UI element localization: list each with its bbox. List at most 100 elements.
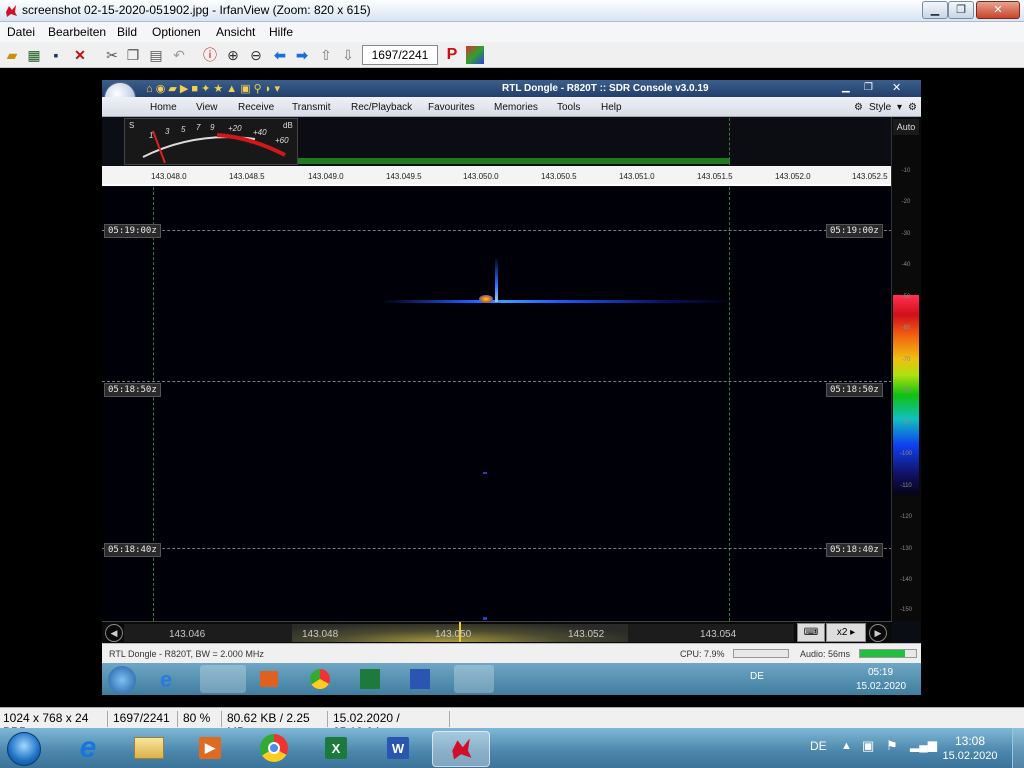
windows-taskbar: e ▶ X W DE ▲ ▣ ⚑ ▂▄▆ 13:08 15.02.2020 (0, 728, 1024, 768)
paint-icon[interactable] (466, 46, 484, 64)
cut-icon[interactable]: ✂ (103, 46, 121, 64)
clock-time[interactable]: 13:08 (938, 734, 1002, 748)
thumbnails-icon[interactable]: ▦ (25, 46, 43, 64)
taskbar-ie[interactable]: e (70, 731, 106, 764)
irfanview-toolbar: ▰ ▦ ▪ ✕ ✂ ❐ ▤ ↶ ⓘ ⊕ ⊖ ⬅ ➡ ⇧ ⇩ P (0, 42, 1024, 68)
style-dropdown-icon[interactable]: ▾ (897, 102, 902, 113)
s-tick: 5 (181, 125, 186, 134)
tab-home[interactable]: Home (150, 102, 177, 113)
scale-label: -120 (899, 514, 912, 520)
menu-bild[interactable]: Bild (117, 25, 137, 39)
tab-rec-playback[interactable]: Rec/Playback (351, 102, 412, 113)
show-hidden-icons[interactable]: ▲ (841, 740, 852, 752)
network-icon[interactable]: ▂▄▆ (910, 738, 937, 752)
first-image-icon[interactable]: ⇧ (317, 46, 335, 64)
menu-ansicht[interactable]: Ansicht (216, 25, 255, 39)
tab-receive[interactable]: Receive (238, 102, 274, 113)
filter-high-marker (729, 187, 730, 621)
minimize-button[interactable]: ▁ (922, 1, 948, 19)
freq-label: 143.048.5 (229, 172, 265, 181)
copy-icon[interactable]: ❐ (124, 46, 142, 64)
scale-label: -140 (899, 577, 912, 583)
timestamp-left: 05:19:00z (104, 224, 161, 238)
irfanview-status-bar: 1024 x 768 x 24 BPP 1697/2241 80 % 80.62… (0, 707, 1024, 739)
band-label: 143.052 (568, 629, 605, 640)
menu-datei[interactable]: Datei (7, 25, 35, 39)
maximize-button[interactable]: ❐ (948, 1, 974, 19)
menu-optionen[interactable]: Optionen (152, 25, 201, 39)
info-icon[interactable]: ⓘ (201, 46, 219, 64)
device-icon[interactable]: ▣ (862, 738, 874, 754)
tab-transmit[interactable]: Transmit (292, 102, 331, 113)
show-desktop-button[interactable] (1012, 728, 1024, 768)
filter-edge (729, 118, 730, 165)
signal-peak (479, 295, 493, 303)
taskbar-word[interactable]: W (380, 732, 416, 764)
style-menu[interactable]: Style (869, 102, 891, 113)
sdr-status-bar: RTL Dongle - R820T, BW = 2.000 MHz CPU: … (102, 643, 921, 663)
scale-label: -70 (901, 357, 911, 363)
sdr-close-button[interactable]: ✕ (892, 81, 901, 94)
sdr-maximize-button[interactable]: ❐ (864, 82, 873, 93)
tab-view[interactable]: View (196, 102, 218, 113)
taskbar-media-player[interactable]: ▶ (192, 732, 228, 764)
menu-bearbeiten[interactable]: Bearbeiten (48, 25, 106, 39)
freq-label: 143.049.0 (308, 172, 344, 181)
media-player-icon: ▶ (199, 737, 221, 759)
save-icon[interactable]: ▪ (47, 46, 65, 64)
spectrum-trace (298, 158, 730, 164)
scale-label: -60 (901, 325, 911, 331)
auto-button[interactable]: Auto (893, 119, 919, 135)
window-title: screenshot 02-15-2020-051902.jpg - Irfan… (22, 3, 371, 17)
next-icon[interactable]: ➡ (293, 46, 311, 64)
start-button[interactable] (4, 731, 44, 767)
tab-tools[interactable]: Tools (557, 102, 580, 113)
zoom-in-icon[interactable]: ⊕ (224, 46, 242, 64)
db-label: dB (283, 121, 293, 130)
timestamp-right: 05:19:00z (826, 224, 883, 238)
inner-clock-time: 05:19 (868, 667, 894, 678)
sdr-minimize-button[interactable]: ▁ (842, 82, 850, 93)
open-folder-icon[interactable]: ▰ (3, 46, 21, 64)
taskbar-explorer[interactable] (131, 732, 167, 764)
clock-date[interactable]: 15.02.2020 (938, 750, 1002, 762)
inner-sdr-task-icon (454, 665, 494, 693)
tab-favourites[interactable]: Favourites (428, 102, 475, 113)
last-image-icon[interactable]: ⇩ (339, 46, 357, 64)
irfanview-logo-icon (6, 5, 17, 17)
timestamp-left: 05:18:50z (104, 383, 161, 397)
delete-icon[interactable]: ✕ (71, 46, 89, 64)
menu-hilfe[interactable]: Hilfe (269, 25, 293, 39)
tab-memories[interactable]: Memories (494, 102, 538, 113)
taskbar-excel[interactable]: X (318, 732, 354, 764)
inner-word-icon (410, 669, 430, 689)
scale-label: -90 (901, 420, 911, 426)
keyboard-icon[interactable]: ⌨ (797, 623, 825, 642)
tab-help[interactable]: Help (601, 102, 622, 113)
inner-start-icon (108, 666, 136, 694)
status-zoom: 80 % (180, 711, 222, 727)
scroll-left-button[interactable]: ◀ (105, 624, 123, 642)
language-indicator[interactable]: DE (810, 739, 827, 753)
zoom-out-icon[interactable]: ⊖ (247, 46, 265, 64)
paste-icon[interactable]: ▤ (147, 46, 165, 64)
scroll-right-button[interactable]: ▶ (869, 624, 887, 642)
waterfall-display[interactable] (102, 187, 892, 621)
band-label: 143.050 (435, 629, 472, 640)
zoom-select[interactable]: x2 ▸ (826, 623, 866, 642)
style-gear-icon[interactable]: ⚙ (854, 102, 863, 113)
flag-icon[interactable]: ⚑ (886, 738, 898, 754)
print-icon[interactable]: P (443, 46, 461, 64)
previous-icon[interactable]: ⬅ (271, 46, 289, 64)
taskbar-chrome[interactable] (256, 732, 292, 764)
settings-gear-icon[interactable]: ⚙ (908, 102, 917, 113)
taskbar-irfanview[interactable] (432, 731, 490, 767)
undo-icon[interactable]: ↶ (170, 46, 188, 64)
irfanview-menu-bar: Datei Bearbeiten Bild Optionen Ansicht H… (0, 22, 1024, 42)
inner-excel-icon (360, 669, 380, 689)
freq-label: 143.052.0 (775, 172, 811, 181)
inner-clock-date: 15.02.2020 (856, 681, 907, 692)
scale-label: -110 (900, 483, 912, 489)
close-button[interactable]: ✕ (976, 1, 1020, 19)
scale-label: -20 (901, 199, 911, 205)
